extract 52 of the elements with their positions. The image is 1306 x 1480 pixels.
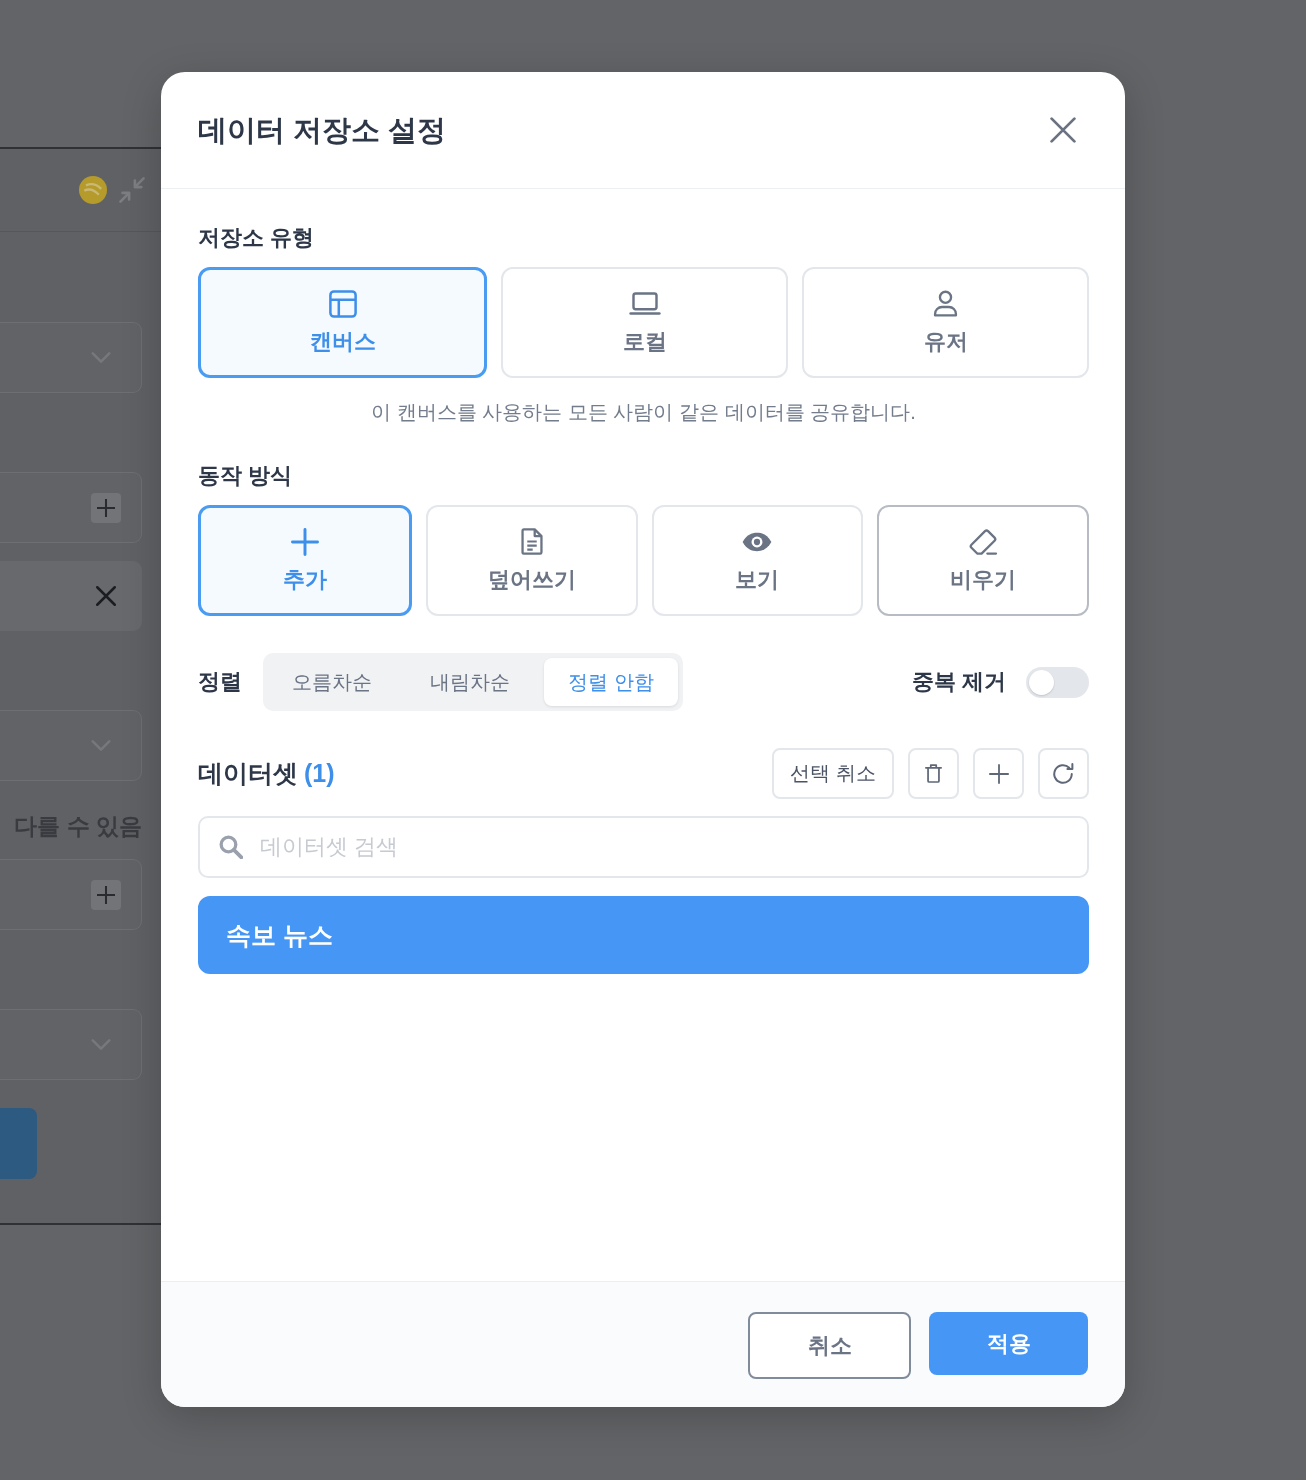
dataset-count: (1) <box>304 759 335 788</box>
mode-option[interactable]: 덮어쓰기 <box>425 505 638 616</box>
eye-icon <box>742 531 773 552</box>
plus-icon <box>97 885 115 904</box>
dropdown-field[interactable] <box>0 1009 142 1080</box>
section-label: 동작 방식 <box>198 462 294 490</box>
refresh-button[interactable] <box>1038 748 1089 799</box>
document-icon <box>520 528 543 555</box>
dedupe-label: 중복 제거 <box>911 668 1006 696</box>
dialog-title: 데이터 저장소 설정 <box>198 113 447 148</box>
deselect-button[interactable]: 선택 취소 <box>772 748 894 799</box>
toggle-switch[interactable] <box>1026 666 1089 698</box>
refresh-icon <box>1053 763 1074 784</box>
storage-description: 이 캔버스를 사용하는 모든 사람이 같은 데이터를 공유합니다. <box>370 400 917 425</box>
dataset-item[interactable]: 속보 뉴스 <box>198 896 1089 974</box>
add-button[interactable] <box>91 879 121 910</box>
mode-option[interactable]: 추가 <box>198 505 412 616</box>
dataset-title: 데이터셋 <box>198 758 298 789</box>
search-icon <box>219 835 243 859</box>
input-field[interactable] <box>0 859 142 930</box>
sort-option[interactable]: 정렬 안함 <box>544 658 678 706</box>
close-icon[interactable] <box>96 586 116 606</box>
action-button[interactable] <box>0 1108 37 1179</box>
dropdown-field[interactable] <box>0 710 142 781</box>
sort-option[interactable]: 오름차순 <box>268 658 396 706</box>
storage-type-option[interactable]: 유저 <box>802 267 1089 378</box>
dropdown-field[interactable] <box>0 322 142 393</box>
laptop-icon <box>628 292 661 315</box>
cancel-button[interactable]: 취소 <box>748 1312 911 1379</box>
sort-label: 정렬 <box>198 668 242 696</box>
minimize-icon[interactable] <box>119 177 145 203</box>
close-icon <box>1050 117 1076 143</box>
eraser-icon <box>968 528 999 555</box>
add-button[interactable] <box>973 748 1024 799</box>
plus-icon <box>97 498 115 517</box>
storage-type-option[interactable]: 로컬 <box>501 267 788 378</box>
plus-icon <box>290 527 319 556</box>
search-field[interactable]: 데이터셋 검색 <box>198 816 1089 878</box>
plus-icon <box>988 763 1009 784</box>
mode-option[interactable]: 보기 <box>651 505 864 616</box>
add-button[interactable] <box>91 492 121 523</box>
apply-button[interactable]: 적용 <box>929 1312 1088 1375</box>
sort-option[interactable]: 내림차순 <box>406 658 534 706</box>
trash-icon <box>925 764 942 783</box>
section-label: 저장소 유형 <box>198 224 316 252</box>
delete-button[interactable] <box>908 748 959 799</box>
user-icon <box>933 290 958 317</box>
storage-type-option[interactable]: 캔버스 <box>198 267 487 378</box>
layout-icon <box>328 289 357 318</box>
coin-icon <box>79 176 107 204</box>
input-field[interactable] <box>0 472 142 543</box>
mode-option[interactable]: 비우기 <box>877 505 1089 616</box>
